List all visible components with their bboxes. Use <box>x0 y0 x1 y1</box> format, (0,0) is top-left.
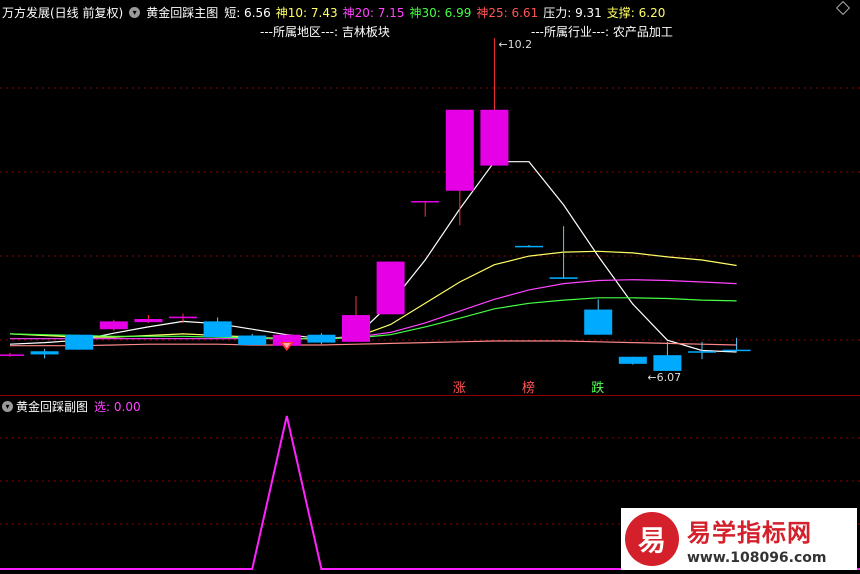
candle-body[interactable] <box>65 334 94 350</box>
candle-body[interactable] <box>203 321 232 338</box>
candle-body[interactable] <box>99 321 128 330</box>
ma-line-2 <box>10 279 737 340</box>
candle-body[interactable] <box>0 354 24 356</box>
watermark: 易 易学指标网 www.108096.com <box>621 508 857 570</box>
candle-body[interactable] <box>618 356 647 364</box>
watermark-url: www.108096.com <box>687 549 827 566</box>
candle-body[interactable] <box>238 335 267 345</box>
high-annotation: ←10.2 <box>498 38 532 51</box>
low-annotation: ←6.07 <box>647 371 681 384</box>
candle-body[interactable] <box>411 201 440 203</box>
candle-body[interactable] <box>688 351 716 353</box>
candle-body[interactable] <box>445 109 474 191</box>
candle-body[interactable] <box>653 355 682 371</box>
candle-body[interactable] <box>30 351 59 355</box>
candle-body[interactable] <box>307 334 336 343</box>
watermark-title: 易学指标网 <box>687 518 812 547</box>
candle-body[interactable] <box>480 109 509 166</box>
candle-body[interactable] <box>169 316 197 319</box>
zhang-signal: 涨 <box>453 381 466 395</box>
candle-body[interactable] <box>722 349 751 352</box>
die-signal: 跌 <box>591 380 604 395</box>
ma-line-4 <box>10 340 737 347</box>
candle-body[interactable] <box>376 261 405 315</box>
candle-body[interactable] <box>342 315 370 342</box>
candle-body[interactable] <box>584 309 613 335</box>
candle-body[interactable] <box>549 277 578 279</box>
candle-body[interactable] <box>134 319 163 323</box>
bang-signal: 榜 <box>522 380 535 395</box>
watermark-logo-icon: 易 <box>625 512 679 566</box>
candle-body[interactable] <box>515 245 543 248</box>
candlestick-chart[interactable]: ←10.2 ←6.07 涨 榜 跌 <box>0 0 860 395</box>
